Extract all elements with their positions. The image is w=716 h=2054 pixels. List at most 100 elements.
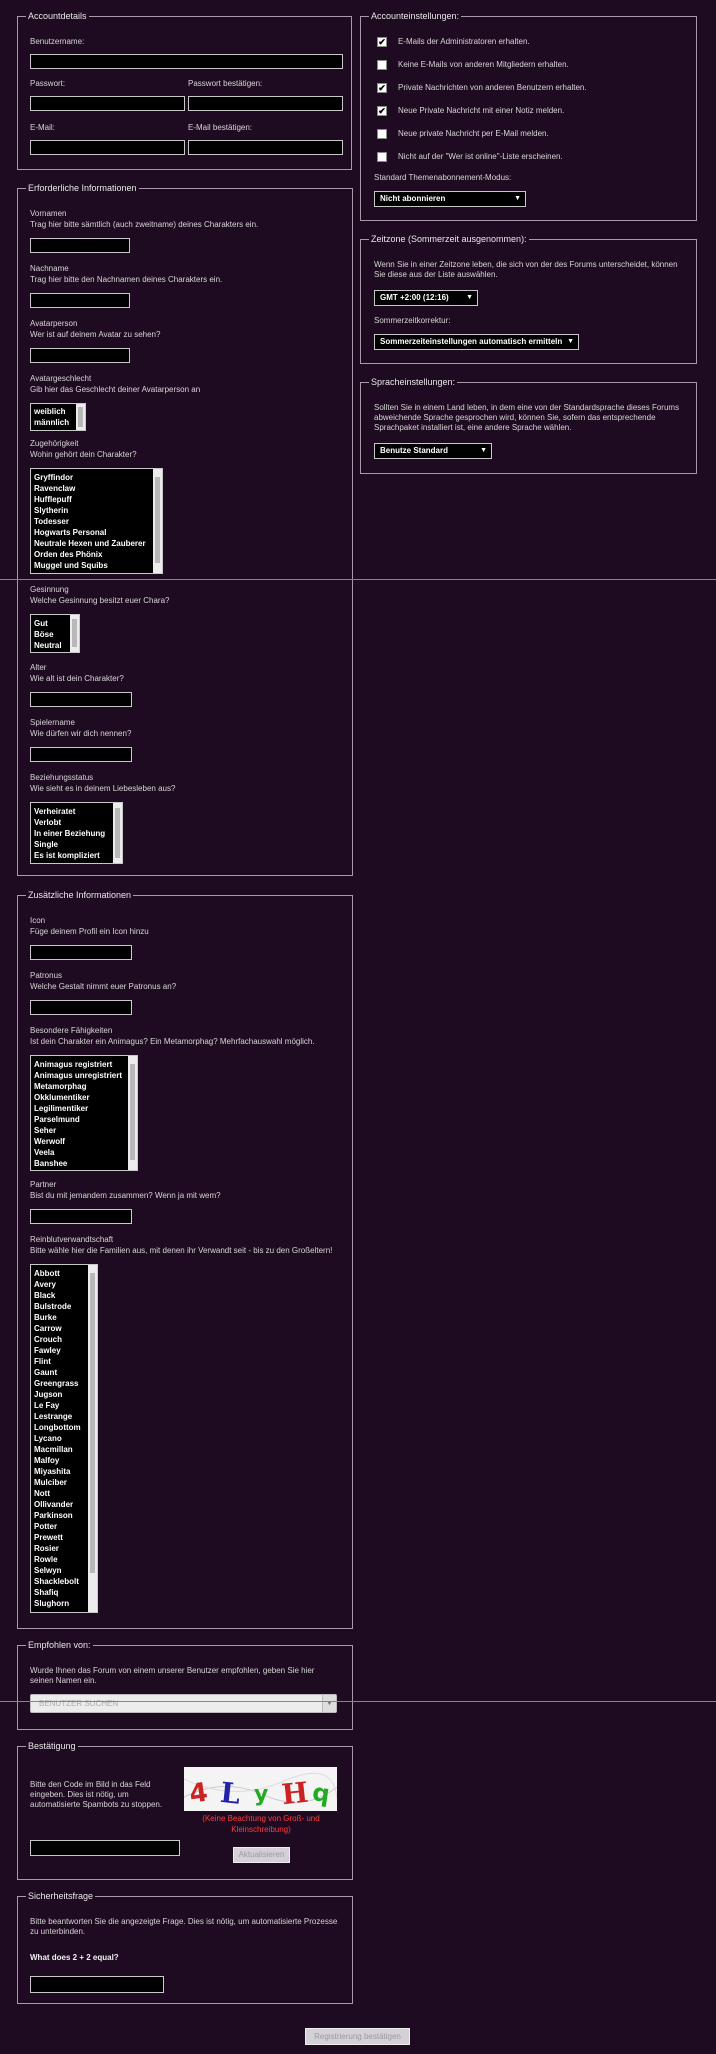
gender-select[interactable]: weiblich männlich <box>30 403 86 431</box>
alignment-label: Gesinnung <box>30 585 69 594</box>
house-option[interactable]: Orden des Phönix <box>31 549 162 560</box>
dst-label: Sommerzeitkorrektur: <box>374 316 451 325</box>
relationship-select[interactable]: Verheiratet Verlobt In einer Beziehung S… <box>30 802 123 864</box>
captcha-legend: Bestätigung <box>26 1741 78 1752</box>
abilities-option[interactable]: Legilimentiker <box>31 1103 137 1114</box>
referral-fieldset: Empfohlen von: Wurde Ihnen das Forum von… <box>17 1640 353 1730</box>
house-option[interactable]: Muggel und Squibs <box>31 560 162 571</box>
svg-text:q: q <box>311 1778 332 1808</box>
relationship-option[interactable]: Single <box>31 839 122 850</box>
relationship-desc: Wie sieht es in deinem Liebesleben aus? <box>30 784 176 793</box>
no-member-emails-label: Keine E-Mails von anderen Mitgliedern er… <box>398 60 569 69</box>
email-confirm-input[interactable] <box>188 140 343 155</box>
relationship-option[interactable]: In einer Beziehung <box>31 828 122 839</box>
house-option[interactable]: Ravenclaw <box>31 483 162 494</box>
abilities-option[interactable]: Seher <box>31 1125 137 1136</box>
refresh-button[interactable]: Aktualisieren <box>233 1847 290 1863</box>
chevron-down-icon: ▼ <box>466 294 473 301</box>
timezone-fieldset: Zeitzone (Sommerzeit ausgenommen): Wenn … <box>360 234 697 364</box>
pureblood-desc: Bitte wähle hier die Familien aus, mit d… <box>30 1246 333 1255</box>
gender-scrollbar[interactable] <box>76 404 85 430</box>
house-scrollbar[interactable] <box>153 469 162 573</box>
dst-select[interactable]: Sommerzeiteinstellungen automatisch ermi… <box>374 334 579 350</box>
abilities-option[interactable]: Parselmund <box>31 1114 137 1125</box>
timezone-legend: Zeitzone (Sommerzeit ausgenommen): <box>369 234 529 245</box>
nachname-label: Nachname <box>30 264 69 273</box>
abilities-scrollbar[interactable] <box>128 1056 137 1170</box>
security-fieldset: Sicherheitsfrage Bitte beantworten Sie d… <box>17 1891 353 2004</box>
player-input[interactable] <box>30 747 132 762</box>
language-select[interactable]: Benutze Standard ▼ <box>374 443 492 459</box>
avatar-desc: Wer ist auf deinem Avatar zu sehen? <box>30 330 161 339</box>
avatar-label: Avatarperson <box>30 319 78 328</box>
timezone-desc: Wenn Sie in einer Zeitzone leben, die si… <box>374 260 678 279</box>
security-question: What does 2 + 2 equal? <box>30 1953 119 1962</box>
pm-notice-checkbox[interactable]: ✔ <box>377 106 387 116</box>
nachname-input[interactable] <box>30 293 130 308</box>
password-input[interactable] <box>30 96 185 111</box>
security-answer-input[interactable] <box>30 1976 164 1993</box>
vorname-label: Vornamen <box>30 209 67 218</box>
captcha-desc: Bitte den Code im Bild in das Feld einge… <box>30 1780 163 1809</box>
captcha-fieldset: Bestätigung Bitte den Code im Bild in da… <box>17 1741 353 1880</box>
relationship-option[interactable]: Es ist kompliziert <box>31 850 122 861</box>
captcha-input[interactable] <box>30 1840 180 1856</box>
referral-legend: Empfohlen von: <box>26 1640 93 1651</box>
abilities-option[interactable]: Animagus registriert <box>31 1059 137 1070</box>
subscription-select[interactable]: Nicht abonnieren ▼ <box>374 191 526 207</box>
password-confirm-input[interactable] <box>188 96 343 111</box>
username-input[interactable] <box>30 54 343 69</box>
submit-button[interactable]: Registrierung bestätigen <box>305 2028 410 2045</box>
relationship-option[interactable]: Verheiratet <box>31 806 122 817</box>
svg-text:H: H <box>280 1776 310 1811</box>
pureblood-select[interactable]: Abbott Avery Black Bulstrode Burke Carro… <box>30 1264 98 1613</box>
house-label: Zugehörigkeit <box>30 439 79 448</box>
subscription-label: Standard Themenabonnement-Modus: <box>374 173 512 182</box>
relationship-option[interactable]: Verlobt <box>31 817 122 828</box>
patronus-input[interactable] <box>30 1000 132 1015</box>
abilities-option[interactable]: Banshee <box>31 1158 137 1169</box>
house-option[interactable]: Slytherin <box>31 505 162 516</box>
no-member-emails-checkbox[interactable] <box>377 60 387 70</box>
admin-emails-checkbox[interactable]: ✔ <box>377 37 387 47</box>
chevron-down-icon: ▼ <box>480 447 487 454</box>
house-option[interactable]: Hufflepuff <box>31 494 162 505</box>
alignment-select[interactable]: Gut Böse Neutral <box>30 614 80 653</box>
house-option[interactable]: Hogwarts Personal <box>31 527 162 538</box>
email-label: E-Mail: <box>30 123 55 132</box>
abilities-select[interactable]: Animagus registriert Animagus unregistri… <box>30 1055 138 1171</box>
partner-input[interactable] <box>30 1209 132 1224</box>
password-confirm-label: Passwort bestätigen: <box>188 79 263 88</box>
seam-divider <box>0 579 716 580</box>
abilities-label: Besondere Fähigkeiten <box>30 1026 113 1035</box>
age-input[interactable] <box>30 692 132 707</box>
abilities-option[interactable]: Animagus unregistriert <box>31 1070 137 1081</box>
language-value: Benutze Standard <box>380 446 449 455</box>
nachname-desc: Trag hier bitte den Nachnamen deines Cha… <box>30 275 223 284</box>
chevron-down-icon: ▼ <box>514 195 521 202</box>
chevron-down-icon[interactable]: ▼ <box>322 1695 336 1712</box>
house-option[interactable]: Neutrale Hexen und Zauberer <box>31 538 162 549</box>
vorname-input[interactable] <box>30 238 130 253</box>
house-option[interactable]: Todesser <box>31 516 162 527</box>
house-select[interactable]: Gryffindor Ravenclaw Hufflepuff Slytheri… <box>30 468 163 574</box>
relationship-scrollbar[interactable] <box>113 803 122 863</box>
pureblood-label: Reinblutverwandtschaft <box>30 1235 114 1244</box>
avatar-input[interactable] <box>30 348 130 363</box>
alignment-scrollbar[interactable] <box>70 615 79 652</box>
pm-email-checkbox[interactable] <box>377 129 387 139</box>
abilities-option[interactable]: Veela <box>31 1147 137 1158</box>
pureblood-scrollbar[interactable] <box>88 1265 97 1612</box>
private-messages-checkbox[interactable]: ✔ <box>377 83 387 93</box>
abilities-option[interactable]: Okklumentiker <box>31 1092 137 1103</box>
seam-divider <box>0 1701 716 1702</box>
timezone-select[interactable]: GMT +2:00 (12:16) ▼ <box>374 290 478 306</box>
email-input[interactable] <box>30 140 185 155</box>
abilities-option[interactable]: Metamorphag <box>31 1081 137 1092</box>
user-search-input[interactable]: BENUTZER SUCHEN ▼ <box>30 1694 337 1713</box>
icon-input[interactable] <box>30 945 132 960</box>
abilities-option[interactable]: Werwolf <box>31 1136 137 1147</box>
security-legend: Sicherheitsfrage <box>26 1891 96 1902</box>
hide-online-checkbox[interactable] <box>377 152 387 162</box>
house-option[interactable]: Gryffindor <box>31 472 162 483</box>
